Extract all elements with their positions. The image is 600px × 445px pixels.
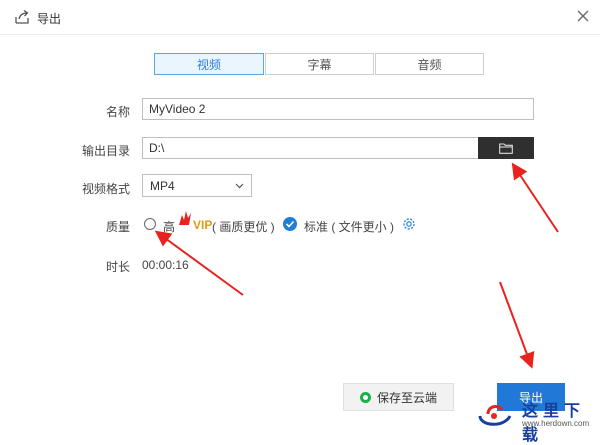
tab-subtitle-label: 字幕 (307, 57, 332, 72)
arrow-folder (511, 162, 559, 233)
name-input-value: MyVideo 2 (149, 102, 206, 116)
save-to-cloud-label: 保存至云端 (376, 390, 437, 405)
format-select-value: MP4 (150, 178, 175, 193)
quality-high-note: ( 画质更优 ) (212, 220, 275, 234)
save-to-cloud-button[interactable]: 保存至云端 (343, 383, 454, 411)
output-dir-label: 输出目录 (81, 144, 130, 158)
quality-high-label: 高 (163, 220, 176, 234)
hot-flame-icon (179, 211, 191, 225)
export-icon (15, 9, 29, 24)
folder-icon (499, 142, 513, 154)
watermark-logo-icon (478, 405, 512, 426)
name-label: 名称 (105, 105, 130, 119)
quality-label: 质量 (105, 220, 130, 234)
duration-value: 00:00:16 (142, 258, 189, 272)
title-bar: 导出 (0, 0, 600, 35)
window-title: 导出 (37, 12, 62, 26)
browse-folder-button[interactable] (478, 137, 534, 159)
output-dir-input[interactable]: D:\ (142, 137, 479, 159)
output-dir-value: D:\ (149, 141, 165, 155)
close-icon[interactable] (576, 9, 590, 23)
name-input[interactable]: MyVideo 2 (142, 98, 534, 120)
quality-standard-radio[interactable] (283, 217, 297, 231)
tab-video-label: 视频 (196, 57, 221, 72)
tab-video[interactable]: 视频 (154, 53, 264, 75)
tab-audio[interactable]: 音频 (375, 53, 484, 75)
cloud-status-icon (359, 391, 371, 403)
watermark: 这里下载 www.herdown.com (470, 392, 600, 444)
check-icon (285, 220, 295, 228)
quality-high-radio[interactable] (144, 218, 156, 230)
chevron-down-icon (235, 183, 244, 189)
gear-icon[interactable] (401, 216, 417, 232)
duration-label: 时长 (105, 260, 130, 274)
watermark-url: www.herdown.com (522, 419, 590, 428)
quality-standard-label: 标准 ( 文件更小 ) (304, 220, 394, 234)
format-select[interactable]: MP4 (142, 174, 252, 197)
tab-subtitle[interactable]: 字幕 (265, 53, 374, 75)
vip-badge: VIP (193, 218, 213, 232)
tab-audio-label: 音频 (417, 57, 442, 72)
format-label: 视频格式 (81, 182, 130, 196)
arrow-export (499, 281, 535, 369)
